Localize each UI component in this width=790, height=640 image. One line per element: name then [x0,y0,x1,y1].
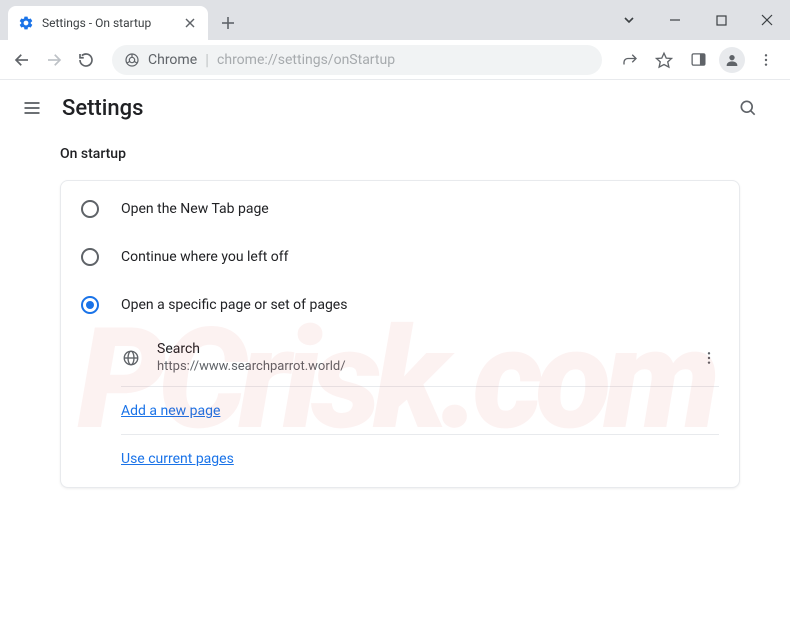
globe-icon [121,348,141,368]
option-new-tab[interactable]: Open the New Tab page [61,185,739,233]
option-continue[interactable]: Continue where you left off [61,233,739,281]
browser-tab[interactable]: Settings - On startup [8,6,208,40]
avatar-icon [719,47,745,73]
entry-title: Search [157,341,683,357]
hamburger-icon[interactable] [20,96,44,120]
option-label: Open the New Tab page [121,201,269,217]
option-label: Continue where you left off [121,249,289,265]
link-label: Use current pages [121,451,234,467]
content-area: On startup Open the New Tab page Continu… [0,136,790,488]
kebab-menu-icon[interactable] [750,44,782,76]
radio-icon-selected [81,296,99,314]
close-icon[interactable] [182,15,198,31]
reload-button[interactable] [72,46,100,74]
address-bar[interactable]: Chrome | chrome://settings/onStartup [112,45,602,75]
minimize-button[interactable] [652,4,698,36]
gear-icon [18,15,34,31]
settings-page: PCrisk.com Settings On startup Open the … [0,80,790,640]
option-label: Open a specific page or set of pages [121,297,347,313]
startup-page-entry: Search https://www.searchparrot.world/ [121,329,719,387]
add-page-link[interactable]: Add a new page [121,387,719,435]
tab-title: Settings - On startup [42,16,174,30]
bookmark-icon[interactable] [648,44,680,76]
chrome-icon [124,52,140,68]
link-label: Add a new page [121,403,220,419]
startup-card: Open the New Tab page Continue where you… [60,180,740,488]
radio-icon [81,200,99,218]
browser-toolbar: Chrome | chrome://settings/onStartup [0,40,790,80]
radio-icon [81,248,99,266]
side-panel-icon[interactable] [682,44,714,76]
omnibox-separator: | [205,50,209,69]
option-specific-page[interactable]: Open a specific page or set of pages [61,281,739,329]
specific-pages-block: Search https://www.searchparrot.world/ A… [61,329,739,483]
maximize-button[interactable] [698,4,744,36]
share-icon[interactable] [614,44,646,76]
omnibox-origin: Chrome [148,52,197,68]
entry-url: https://www.searchparrot.world/ [157,359,683,374]
search-icon[interactable] [736,96,760,120]
page-title: Settings [62,96,736,121]
omnibox-path: chrome://settings/onStartup [217,52,395,68]
tab-search-button[interactable] [606,4,652,36]
new-tab-button[interactable] [214,9,242,37]
section-title: On startup [60,146,740,162]
back-button[interactable] [8,46,36,74]
settings-header: Settings [0,80,790,136]
window-title-bar: Settings - On startup [0,0,790,40]
forward-button[interactable] [40,46,68,74]
use-current-link[interactable]: Use current pages [121,435,719,483]
more-icon[interactable] [699,350,719,366]
window-controls [606,0,790,40]
profile-button[interactable] [716,44,748,76]
close-window-button[interactable] [744,4,790,36]
